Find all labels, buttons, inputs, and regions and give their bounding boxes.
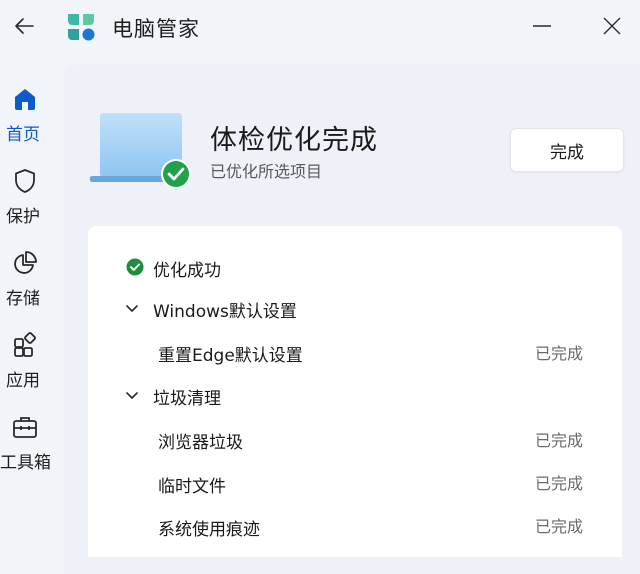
success-check-icon — [126, 258, 144, 276]
app-title: 电脑管家 — [112, 17, 200, 41]
home-icon — [15, 89, 35, 110]
status-text: 已完成 — [535, 431, 584, 450]
back-button[interactable] — [8, 10, 40, 42]
done-button[interactable]: 完成 — [510, 128, 624, 172]
group-title: Windows默认设置 — [153, 302, 297, 322]
minimize-button[interactable] — [524, 10, 560, 42]
list-item-label: 浏览器垃圾 — [158, 433, 243, 453]
toolbox-icon — [13, 417, 37, 438]
summary-label: 优化成功 — [153, 261, 221, 281]
shield-icon — [15, 169, 35, 193]
status-text: 已完成 — [535, 344, 584, 363]
status-text: 已完成 — [535, 517, 584, 536]
sidebar-item-label: 工具箱 — [0, 453, 51, 473]
minimize-icon — [533, 25, 551, 27]
apps-icon — [14, 332, 36, 357]
back-arrow-icon — [15, 18, 34, 34]
title-bar: 电脑管家 — [0, 0, 640, 56]
status-text: 已完成 — [535, 474, 584, 493]
sidebar-item-label: 首页 — [6, 125, 40, 145]
app-logo-icon — [68, 14, 95, 41]
result-subtitle: 已优化所选项目 — [210, 162, 323, 181]
sidebar-item-label: 存储 — [6, 289, 40, 309]
sidebar-item-protect[interactable]: 保护 — [0, 152, 60, 227]
chevron-down-icon — [126, 305, 138, 312]
close-button[interactable] — [594, 10, 630, 42]
sidebar-item-apps[interactable]: 应用 — [0, 316, 60, 391]
group-title: 垃圾清理 — [153, 389, 221, 409]
chevron-down-icon — [126, 392, 138, 399]
pie-chart-icon — [14, 251, 37, 274]
close-icon — [603, 17, 621, 35]
sidebar-item-label: 应用 — [6, 371, 40, 391]
sidebar-item-storage[interactable]: 存储 — [0, 234, 60, 309]
sidebar-item-toolbox[interactable]: 工具箱 — [0, 398, 60, 473]
laptop-check-icon — [90, 113, 191, 189]
list-item-label: 临时文件 — [158, 477, 226, 497]
list-item-label: 重置Edge默认设置 — [158, 346, 303, 366]
result-title: 体检优化完成 — [210, 125, 378, 156]
list-item-label: 系统使用痕迹 — [158, 520, 260, 540]
sidebar-item-home[interactable]: 首页 — [0, 70, 60, 145]
sidebar-item-label: 保护 — [6, 207, 40, 227]
